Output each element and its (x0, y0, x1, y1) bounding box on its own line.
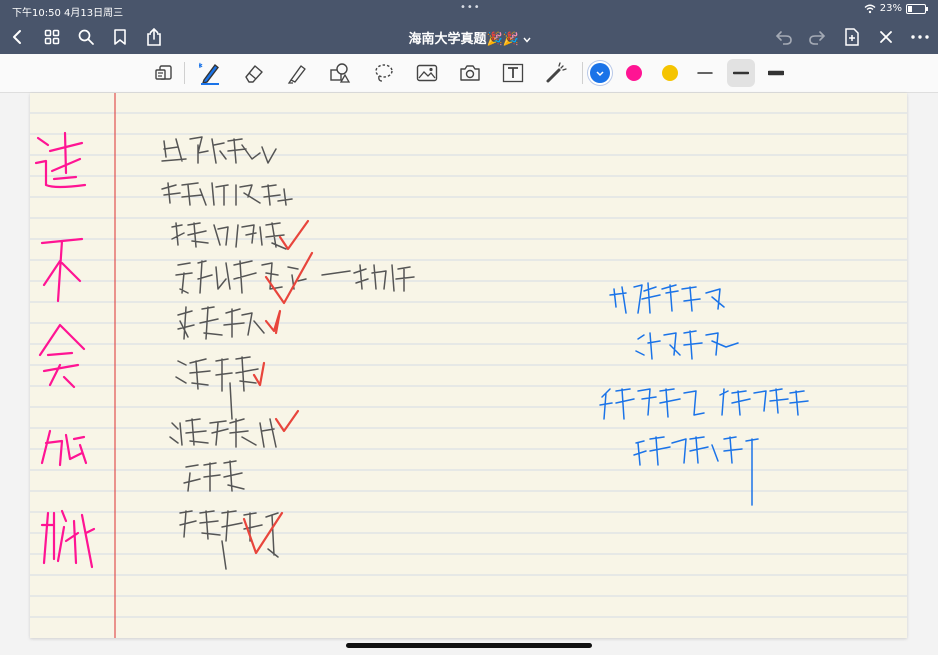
color-swatch-yellow[interactable] (662, 65, 678, 81)
share-icon (147, 28, 161, 46)
battery-percent: 23% (879, 3, 902, 14)
svg-text:✱: ✱ (199, 62, 203, 70)
eraser-icon (245, 65, 263, 83)
add-page-icon (845, 28, 859, 46)
handwriting-notes-blue (599, 282, 809, 506)
thumbnails-button[interactable] (38, 20, 66, 54)
status-bar: 下午10:50 4月13日周三 ••• 23% (0, 0, 938, 20)
more-button[interactable] (906, 20, 934, 54)
bookmark-icon (114, 29, 126, 45)
pen-tool[interactable]: ✱ (196, 59, 224, 87)
shapes-tool[interactable] (326, 59, 354, 87)
multitasking-dots-icon[interactable]: ••• (460, 2, 481, 13)
undo-button[interactable] (770, 20, 798, 54)
battery-icon (906, 3, 928, 14)
chevron-down-icon (596, 71, 604, 77)
more-icon (911, 35, 929, 39)
status-right: 23% (864, 3, 928, 14)
redo-icon (809, 31, 826, 45)
eraser-tool[interactable] (240, 59, 268, 87)
image-tool[interactable] (413, 59, 441, 87)
handwriting-list-gray (161, 136, 415, 570)
stroke-thin[interactable] (691, 59, 719, 87)
stroke-thick[interactable] (762, 59, 790, 87)
page-canvas[interactable] (30, 93, 907, 638)
camera-tool[interactable] (456, 59, 484, 87)
close-button[interactable] (872, 20, 900, 54)
page-reader-icon (155, 65, 172, 80)
image-icon (416, 64, 438, 82)
nav-bar: 海南大学真题🎉🎉 (0, 20, 938, 54)
thin-stroke-icon (697, 72, 713, 74)
document-title[interactable]: 海南大学真题🎉🎉 (380, 28, 560, 47)
back-button[interactable] (3, 20, 31, 54)
text-icon (502, 63, 524, 83)
pen-icon: ✱ (199, 62, 219, 85)
home-indicator[interactable] (346, 643, 592, 648)
lasso-icon (375, 64, 393, 82)
laser-pointer-tool[interactable] (542, 59, 570, 87)
highlighter-tool[interactable] (284, 59, 312, 87)
bookmark-button[interactable] (106, 20, 134, 54)
thick-stroke-icon (768, 70, 784, 76)
lasso-tool[interactable] (370, 59, 398, 87)
stroke-medium[interactable] (727, 59, 755, 87)
search-button[interactable] (72, 20, 100, 54)
share-button[interactable] (140, 20, 168, 54)
add-page-button[interactable] (838, 20, 866, 54)
close-icon (880, 31, 892, 43)
color-swatch-blue[interactable] (590, 63, 610, 83)
handwriting-margin-pink (34, 131, 96, 569)
status-time-date: 下午10:50 4月13日周三 (12, 8, 124, 19)
drawing-toolbar: ✱ (0, 54, 938, 93)
chevron-left-icon (13, 30, 21, 44)
grid-icon (44, 29, 60, 45)
wifi-icon (864, 4, 876, 13)
check-marks-red (242, 219, 314, 555)
chevron-down-icon (523, 37, 531, 43)
search-icon (78, 29, 94, 45)
shapes-icon (330, 63, 351, 83)
laser-pointer-icon (546, 62, 567, 83)
page-reader-tool[interactable] (150, 59, 178, 87)
medium-stroke-icon (733, 71, 749, 75)
highlighter-icon (287, 65, 306, 84)
camera-icon (460, 65, 480, 81)
undo-icon (775, 31, 792, 45)
redo-button[interactable] (803, 20, 831, 54)
color-swatch-pink[interactable] (626, 65, 642, 81)
text-tool[interactable] (499, 59, 527, 87)
notebook-page[interactable] (30, 93, 907, 638)
